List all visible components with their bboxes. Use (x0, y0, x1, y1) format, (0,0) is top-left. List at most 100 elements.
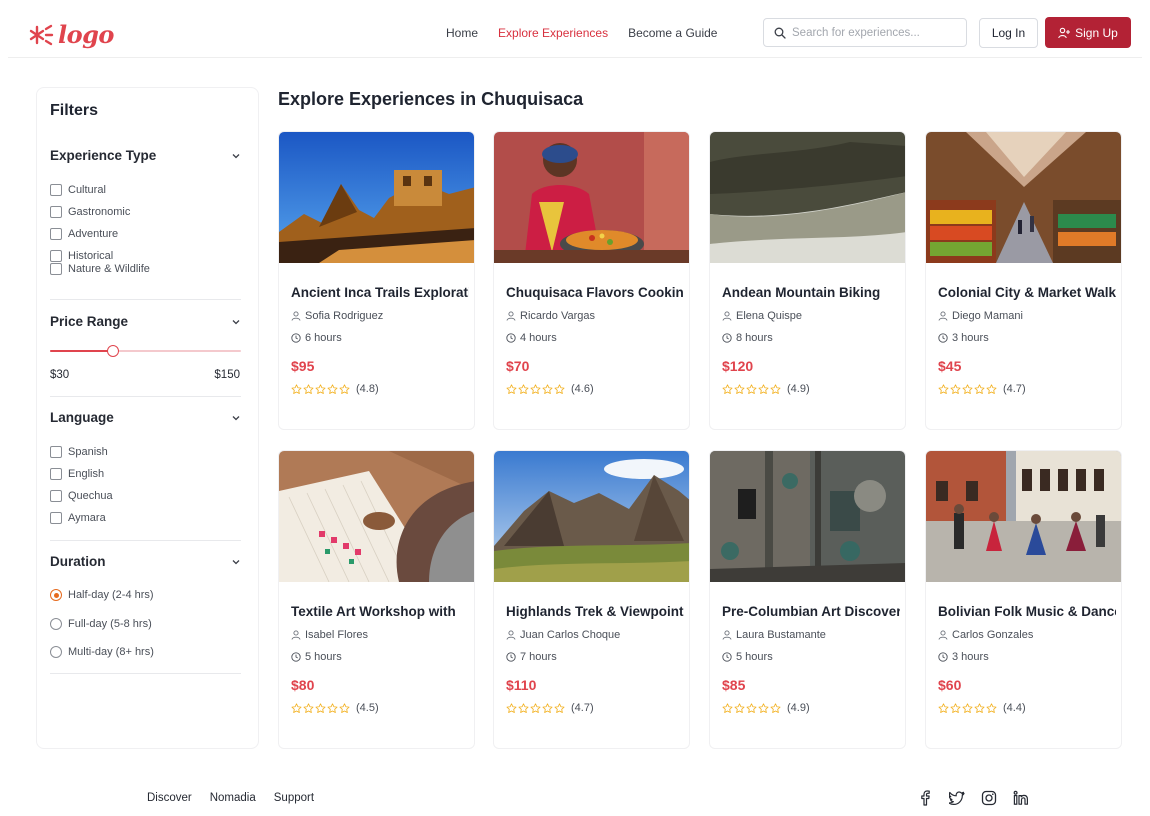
search-icon (774, 27, 786, 39)
checkbox-label: English (68, 468, 105, 480)
instagram-icon[interactable] (981, 790, 997, 806)
card-duration: 7 hours (506, 651, 557, 663)
chevron-down-icon[interactable] (231, 557, 241, 567)
checkbox-english[interactable]: English (50, 468, 104, 480)
chevron-down-icon[interactable] (231, 151, 241, 161)
checkbox[interactable] (50, 512, 62, 524)
checkbox-spanish[interactable]: Spanish (50, 446, 108, 458)
twitter-icon[interactable] (949, 790, 965, 806)
filters-title: Filters (50, 102, 99, 119)
star-icon (303, 383, 314, 394)
rating-value: (4.7) (1003, 383, 1026, 395)
radio-button[interactable] (50, 618, 62, 630)
clock-icon (506, 652, 516, 662)
nav-explore-experiences[interactable]: Explore Experiences (498, 26, 608, 40)
experience-card[interactable]: Andean Mountain Biking Elena Quispe 8 hour… (709, 131, 906, 430)
clock-icon (506, 333, 516, 343)
experience-card[interactable]: Ancient Inca Trails Exploration Sofia Rod… (278, 131, 475, 430)
radio-button[interactable] (50, 589, 62, 601)
price-slider[interactable] (50, 345, 241, 357)
checkbox-cultural[interactable]: Cultural (50, 184, 106, 196)
facebook-icon[interactable] (917, 790, 933, 806)
card-title: Textile Art Workshop with (291, 604, 456, 619)
star-icon (542, 383, 553, 394)
checkbox[interactable] (50, 228, 62, 240)
checkbox[interactable] (50, 490, 62, 502)
checkbox-adventure[interactable]: Adventure (50, 228, 118, 240)
checkbox-nature-wildlife[interactable]: Nature & Wildlife (50, 263, 150, 275)
checkbox[interactable] (50, 446, 62, 458)
checkbox-aymara[interactable]: Aymara (50, 512, 106, 524)
radio-multi-day[interactable]: Multi-day (8+ hrs) (50, 646, 154, 658)
star-icon (986, 383, 997, 394)
mountain-valley-photo (710, 132, 905, 263)
experience-card[interactable]: Textile Art Workshop with Isabel Flores 5 … (278, 450, 475, 749)
price-range-label: Price Range (50, 314, 129, 329)
experience-card[interactable]: Highlands Trek & Viewpoints Juan Carlos C… (493, 450, 690, 749)
slider-thumb[interactable] (107, 345, 120, 357)
checkbox[interactable] (50, 250, 62, 262)
price-range-header[interactable]: Price Range (50, 314, 241, 329)
experience-card[interactable]: Pre-Columbian Art Discovery Laura Bustama… (709, 450, 906, 749)
logo[interactable]: logo (28, 20, 114, 49)
duration-header[interactable]: Duration (50, 554, 241, 569)
chevron-down-icon[interactable] (231, 317, 241, 327)
star-icon (506, 702, 517, 713)
search-box[interactable] (763, 18, 967, 47)
footer-link-support[interactable]: Support (274, 792, 314, 804)
card-rating: (4.6) (506, 383, 594, 395)
card-guide: Carlos Gonzales (938, 629, 1033, 641)
experience-card[interactable]: Colonial City & Market Walk Diego Mamani 3… (925, 131, 1122, 430)
star-icon (339, 702, 350, 713)
experience-card[interactable]: Chuquisaca Flavors Cooking Ricardo Vargas… (493, 131, 690, 430)
card-duration: 5 hours (291, 651, 342, 663)
checkbox[interactable] (50, 263, 62, 275)
checkbox-label: Adventure (68, 228, 119, 240)
signup-button[interactable]: Sign Up (1045, 17, 1131, 48)
folk-dance-photo (926, 451, 1121, 582)
card-price: $60 (938, 677, 962, 693)
checkbox[interactable] (50, 468, 62, 480)
radio-button[interactable] (50, 646, 62, 658)
experience-card[interactable]: Bolivian Folk Music & Dance Carlos Gonzal… (925, 450, 1122, 749)
clock-icon (291, 652, 301, 662)
market-photo (926, 132, 1121, 263)
guide-name: Elena Quispe (736, 310, 803, 322)
card-duration: 8 hours (722, 332, 773, 344)
checkbox-label: Spanish (68, 446, 108, 458)
linkedin-icon[interactable] (1013, 790, 1029, 806)
nav-become-a-guide[interactable]: Become a Guide (628, 26, 717, 40)
card-guide: Sofia Rodriguez (291, 310, 383, 322)
card-title: Ancient Inca Trails Exploration (291, 285, 469, 300)
clock-icon (291, 333, 301, 343)
nav-home[interactable]: Home (446, 26, 478, 40)
checkbox[interactable] (50, 206, 62, 218)
card-guide: Isabel Flores (291, 629, 368, 641)
highlands-photo (494, 451, 689, 582)
radio-full-day[interactable]: Full-day (5-8 hrs) (50, 618, 152, 630)
logo-mark-icon (29, 24, 54, 45)
star-icon (746, 383, 757, 394)
person-icon (938, 311, 948, 321)
experience-type-header[interactable]: Experience Type (50, 148, 241, 163)
checkbox-quechua[interactable]: Quechua (50, 490, 113, 502)
search-input[interactable] (792, 26, 957, 39)
checkbox-historical[interactable]: Historical (50, 250, 113, 262)
checkbox[interactable] (50, 184, 62, 196)
person-icon (722, 311, 732, 321)
login-button[interactable]: Log In (979, 18, 1038, 48)
chevron-down-icon[interactable] (231, 413, 241, 423)
rating-value: (4.6) (571, 383, 594, 395)
card-price: $70 (506, 358, 530, 374)
footer-link-nomadia[interactable]: Nomadia (210, 792, 256, 804)
radio-half-day[interactable]: Half-day (2-4 hrs) (50, 589, 154, 601)
star-icon (770, 383, 781, 394)
radio-label: Multi-day (8+ hrs) (68, 646, 154, 658)
checkbox-gastronomic[interactable]: Gastronomic (50, 206, 130, 218)
language-header[interactable]: Language (50, 410, 241, 425)
star-icon (734, 383, 745, 394)
duration-text: 5 hours (305, 651, 342, 663)
footer-link-discover[interactable]: Discover (147, 792, 192, 804)
star-icon (542, 702, 553, 713)
card-guide: Laura Bustamante (722, 629, 826, 641)
